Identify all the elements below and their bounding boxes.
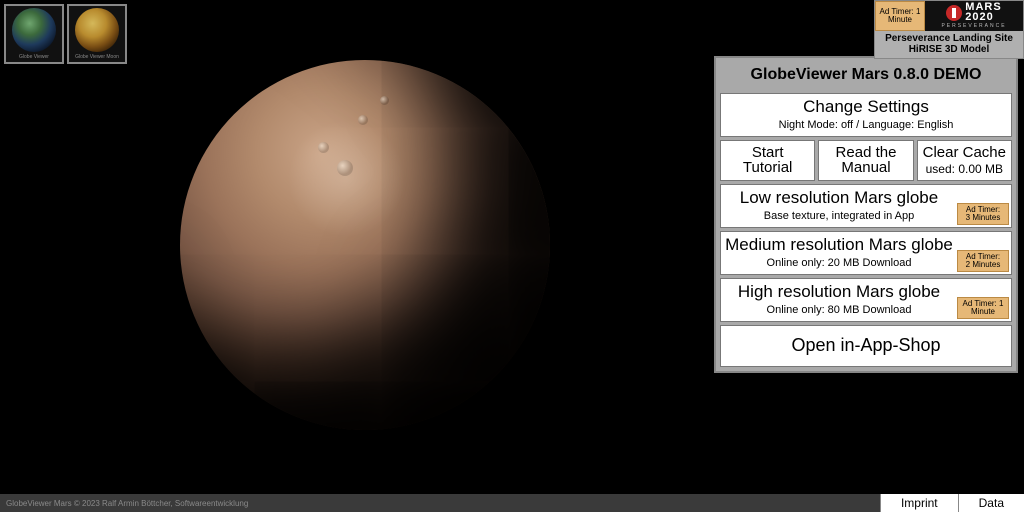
- thumb-earth-caption: Globe Viewer: [19, 55, 49, 60]
- low-res-button[interactable]: Low resolution Mars globe Base texture, …: [720, 184, 1012, 228]
- mars2020-badge[interactable]: Ad Timer: 1 Minute MARS2020 PERSEVERANCE…: [874, 0, 1024, 59]
- earth-icon: [12, 8, 56, 52]
- mars2020-logo: MARS2020 PERSEVERANCE: [925, 1, 1023, 31]
- medium-res-button[interactable]: Medium resolution Mars globe Online only…: [720, 231, 1012, 275]
- moon-icon: [75, 8, 119, 52]
- main-panel: GlobeViewer Mars 0.8.0 DEMO Change Setti…: [714, 56, 1018, 373]
- high-res-ad-timer: Ad Timer: 1Minute: [957, 297, 1009, 319]
- globe-thumbnails: Globe Viewer Globe Viewer Moon: [4, 4, 127, 64]
- change-settings-button[interactable]: Change Settings Night Mode: off / Langua…: [720, 93, 1012, 137]
- badge-ad-timer: Ad Timer: 1 Minute: [875, 1, 925, 31]
- panel-title: GlobeViewer Mars 0.8.0 DEMO: [720, 62, 1012, 90]
- low-res-ad-timer: Ad Timer:3 Minutes: [957, 203, 1009, 225]
- mars-logo-icon: [946, 5, 962, 21]
- thumb-moon[interactable]: Globe Viewer Moon: [67, 4, 127, 64]
- mars-globe[interactable]: [180, 60, 550, 430]
- badge-subtitle: Perseverance Landing Site HiRISE 3D Mode…: [875, 31, 1023, 58]
- start-tutorial-button[interactable]: Start Tutorial: [720, 140, 815, 182]
- high-res-button[interactable]: High resolution Mars globe Online only: …: [720, 278, 1012, 322]
- thumb-moon-caption: Globe Viewer Moon: [75, 55, 119, 60]
- clear-cache-button[interactable]: Clear Cache used: 0.00 MB: [917, 140, 1012, 182]
- read-manual-button[interactable]: Read the Manual: [818, 140, 913, 182]
- data-button[interactable]: Data: [958, 494, 1024, 512]
- imprint-button[interactable]: Imprint: [880, 494, 958, 512]
- medium-res-ad-timer: Ad Timer:2 Minutes: [957, 250, 1009, 272]
- copyright-text: GlobeViewer Mars © 2023 Ralf Armin Böttc…: [0, 499, 880, 508]
- footer: GlobeViewer Mars © 2023 Ralf Armin Böttc…: [0, 494, 1024, 512]
- thumb-earth[interactable]: Globe Viewer: [4, 4, 64, 64]
- open-shop-button[interactable]: Open in-App-Shop: [720, 325, 1012, 368]
